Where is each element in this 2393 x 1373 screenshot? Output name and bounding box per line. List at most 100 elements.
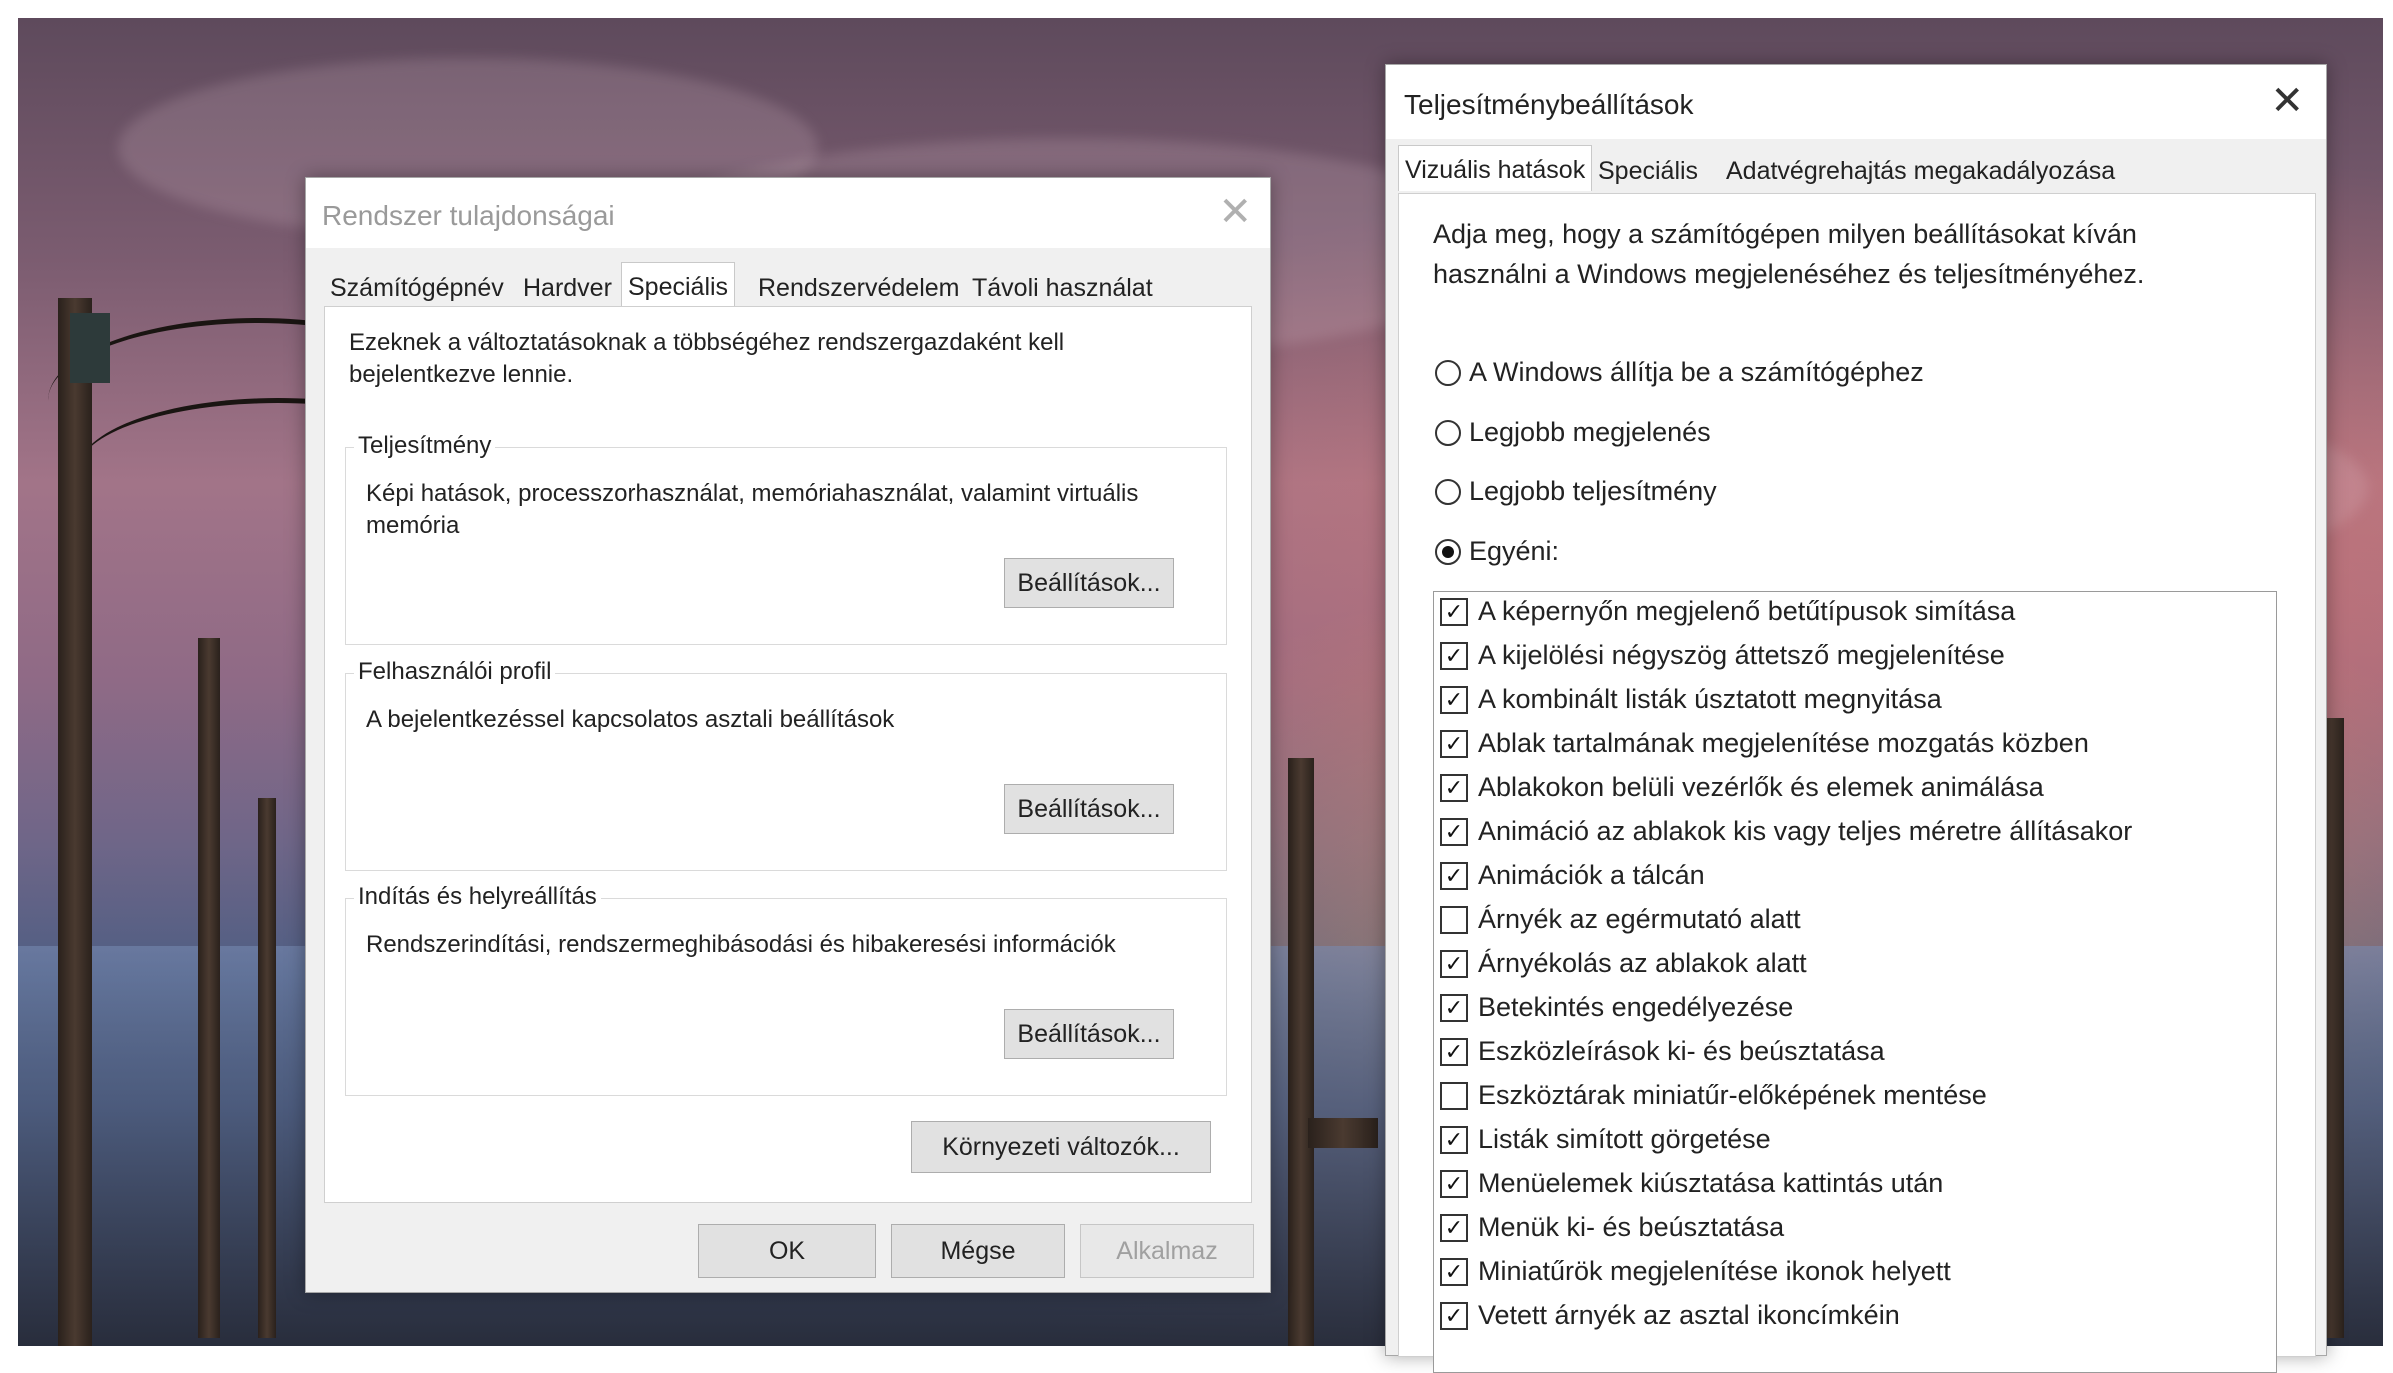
performance-description: Képi hatások, processzorhasználat, memór… — [366, 480, 1139, 539]
ok-button[interactable]: OK — [698, 1224, 876, 1278]
visual-effects-panel: Adja meg, hogy a számítógépen milyen beá… — [1398, 193, 2316, 1373]
option-save-taskbar-thumbnails[interactable]: Eszköztárak miniatűr-előképének mentése — [1440, 1080, 1987, 1111]
tab-hardware[interactable]: Hardver — [517, 268, 618, 309]
checkbox[interactable]: ✓ — [1440, 993, 1468, 1022]
radio-best-performance[interactable]: Legjobb teljesítmény — [1435, 476, 1717, 507]
checkbox[interactable]: ✓ — [1440, 949, 1468, 978]
system-properties-dialog: Rendszer tulajdonságai ✕ Számítógépnév H… — [305, 177, 1271, 1293]
radio-best-appearance[interactable]: Legjobb megjelenés — [1435, 417, 1711, 448]
radio-label: A Windows állítja be a számítógéphez — [1469, 357, 1924, 387]
checkbox[interactable]: ✓ — [1440, 1169, 1468, 1198]
option-show-window-contents[interactable]: ✓ Ablak tartalmának megjelenítése mozgatá… — [1440, 728, 2089, 759]
radio-button[interactable] — [1435, 538, 1461, 565]
checkbox[interactable]: ✓ — [1440, 861, 1468, 890]
option-label: Vetett árnyék az asztal ikoncímkéin — [1478, 1300, 1900, 1330]
cancel-button[interactable]: Mégse — [891, 1224, 1065, 1278]
checkbox[interactable]: ✓ — [1440, 1037, 1468, 1066]
checkbox[interactable]: ✓ — [1440, 1257, 1468, 1286]
performance-options-title: Teljesítménybeállítások — [1404, 89, 1694, 120]
radio-custom[interactable]: Egyéni: — [1435, 536, 1559, 567]
option-label: Árnyékolás az ablakok alatt — [1478, 948, 1807, 978]
visual-effects-list[interactable]: ✓ A képernyőn megjelenő betűtípusok simít… — [1433, 591, 2277, 1373]
option-mouse-pointer-shadow[interactable]: Árnyék az egérmutató alatt — [1440, 904, 1801, 935]
option-enable-peek[interactable]: ✓ Betekintés engedélyezése — [1440, 992, 1793, 1023]
option-label: Eszköztárak miniatűr-előképének mentése — [1478, 1080, 1987, 1110]
tab-advanced[interactable]: Speciális — [621, 262, 736, 308]
option-translucent-selection[interactable]: ✓ A kijelölési négyszög áttetsző megjelen… — [1440, 640, 2005, 671]
close-icon[interactable]: ✕ — [2270, 81, 2304, 121]
advanced-tab-panel: Ezeknek a változtatásoknak a többségéhez… — [324, 306, 1252, 1203]
startup-recovery-settings-button[interactable]: Beállítások... — [1004, 1009, 1174, 1059]
option-label: Listák simított görgetése — [1478, 1124, 1771, 1154]
checkbox[interactable]: ✓ — [1440, 773, 1468, 802]
visual-effects-intro: Adja meg, hogy a számítógépen milyen beá… — [1433, 219, 2145, 289]
option-smooth-scroll[interactable]: ✓ Listák simított görgetése — [1440, 1124, 1771, 1155]
startup-recovery-description: Rendszerindítási, rendszermeghibásodási … — [366, 931, 1116, 958]
user-profile-group: Felhasználói profil A bejelentkezéssel k… — [345, 658, 1227, 871]
radio-let-windows-choose[interactable]: A Windows állítja be a számítógéphez — [1435, 357, 1924, 388]
option-label: Árnyék az egérmutató alatt — [1478, 904, 1801, 934]
option-fade-tooltips[interactable]: ✓ Eszközleírások ki- és beúsztatása — [1440, 1036, 1885, 1067]
checkbox[interactable]: ✓ — [1440, 1301, 1468, 1330]
option-show-thumbnails[interactable]: ✓ Miniatűrök megjelenítése ikonok helyett — [1440, 1256, 1951, 1287]
radio-label: Legjobb megjelenés — [1469, 417, 1711, 447]
user-profile-description: A bejelentkezéssel kapcsolatos asztali b… — [366, 706, 895, 733]
option-window-shadows[interactable]: ✓ Árnyékolás az ablakok alatt — [1440, 948, 1807, 979]
option-label: Ablak tartalmának megjelenítése mozgatás… — [1478, 728, 2089, 758]
close-icon[interactable]: ✕ — [1218, 192, 1252, 232]
checkbox[interactable]: ✓ — [1440, 729, 1468, 758]
option-animate-controls[interactable]: ✓ Ablakokon belüli vezérlők és elemek ani… — [1440, 772, 2044, 803]
tab-computer-name[interactable]: Számítógépnév — [324, 268, 510, 309]
option-desktop-icon-shadows[interactable]: ✓ Vetett árnyék az asztal ikoncímkéin — [1440, 1300, 1900, 1331]
option-fade-menus[interactable]: ✓ Menük ki- és beúsztatása — [1440, 1212, 1784, 1243]
option-label: Menük ki- és beúsztatása — [1478, 1212, 1785, 1242]
radio-button[interactable] — [1435, 478, 1461, 505]
radio-button[interactable] — [1435, 359, 1461, 386]
option-label: Betekintés engedélyezése — [1478, 992, 1794, 1022]
user-profile-group-title: Felhasználói profil — [354, 658, 556, 686]
performance-group: Teljesítmény Képi hatások, processzorhas… — [345, 432, 1227, 645]
startup-recovery-group-title: Indítás és helyreállítás — [354, 883, 601, 911]
checkbox[interactable]: ✓ — [1440, 817, 1468, 846]
radio-label: Egyéni: — [1469, 536, 1560, 566]
admin-note: Ezeknek a változtatásoknak a többségéhez… — [349, 329, 1065, 388]
system-properties-tabbar: Számítógépnév Hardver Speciális Rendszer… — [324, 262, 1254, 310]
checkbox[interactable]: ✓ — [1440, 685, 1468, 714]
radio-label: Legjobb teljesítmény — [1469, 476, 1717, 506]
option-label: Eszközleírások ki- és beúsztatása — [1478, 1036, 1885, 1066]
tab-data-execution-prevention[interactable]: Adatvégrehajtás megakadályozása — [1720, 151, 2121, 192]
environment-variables-button[interactable]: Környezeti változók... — [911, 1121, 1211, 1173]
option-label: Animációk a tálcán — [1478, 860, 1705, 890]
option-label: A képernyőn megjelenő betűtípusok simítá… — [1478, 596, 2016, 626]
checkbox[interactable]: ✓ — [1440, 1213, 1468, 1242]
system-properties-title: Rendszer tulajdonságai — [322, 200, 615, 231]
option-slide-combo-boxes[interactable]: ✓ A kombinált listák úsztatott megnyitása — [1440, 684, 1942, 715]
option-label: Menüelemek kiúsztatása kattintás után — [1478, 1168, 1944, 1198]
checkbox[interactable]: ✓ — [1440, 1125, 1468, 1154]
checkbox[interactable]: ✓ — [1440, 597, 1468, 626]
startup-recovery-group: Indítás és helyreállítás Rendszerindítás… — [345, 883, 1227, 1096]
option-label: A kombinált listák úsztatott megnyitása — [1478, 684, 1942, 714]
radio-button[interactable] — [1435, 419, 1461, 446]
tab-visual-effects[interactable]: Vizuális hatások — [1398, 145, 1593, 191]
option-label: A kijelölési négyszög áttetsző megjelení… — [1478, 640, 2005, 670]
checkbox[interactable] — [1440, 905, 1468, 934]
checkbox[interactable] — [1440, 1081, 1468, 1110]
option-taskbar-animations[interactable]: ✓ Animációk a tálcán — [1440, 860, 1705, 891]
option-label: Miniatűrök megjelenítése ikonok helyett — [1478, 1256, 1951, 1286]
option-label: Ablakokon belüli vezérlők és elemek anim… — [1478, 772, 2044, 802]
system-properties-titlebar: Rendszer tulajdonságai ✕ — [306, 178, 1270, 248]
option-animate-windows[interactable]: ✓ Animáció az ablakok kis vagy teljes mér… — [1440, 816, 2132, 847]
option-fade-menu-items[interactable]: ✓ Menüelemek kiúsztatása kattintás után — [1440, 1168, 1943, 1199]
tab-system-protection[interactable]: Rendszervédelem — [752, 268, 966, 309]
performance-options-dialog: Teljesítménybeállítások ✕ Vizuális hatás… — [1385, 64, 2327, 1373]
option-label: Animáció az ablakok kis vagy teljes mére… — [1478, 816, 2133, 846]
tab-remote[interactable]: Távoli használat — [966, 268, 1159, 309]
tab-advanced[interactable]: Speciális — [1592, 151, 1704, 192]
apply-button[interactable]: Alkalmaz — [1080, 1224, 1254, 1278]
performance-settings-button[interactable]: Beállítások... — [1004, 558, 1174, 608]
user-profile-settings-button[interactable]: Beállítások... — [1004, 784, 1174, 834]
option-font-smoothing[interactable]: ✓ A képernyőn megjelenő betűtípusok simít… — [1440, 596, 2015, 627]
checkbox[interactable]: ✓ — [1440, 641, 1468, 670]
performance-tabbar: Vizuális hatások Speciális Adatvégrehajt… — [1398, 145, 2298, 195]
